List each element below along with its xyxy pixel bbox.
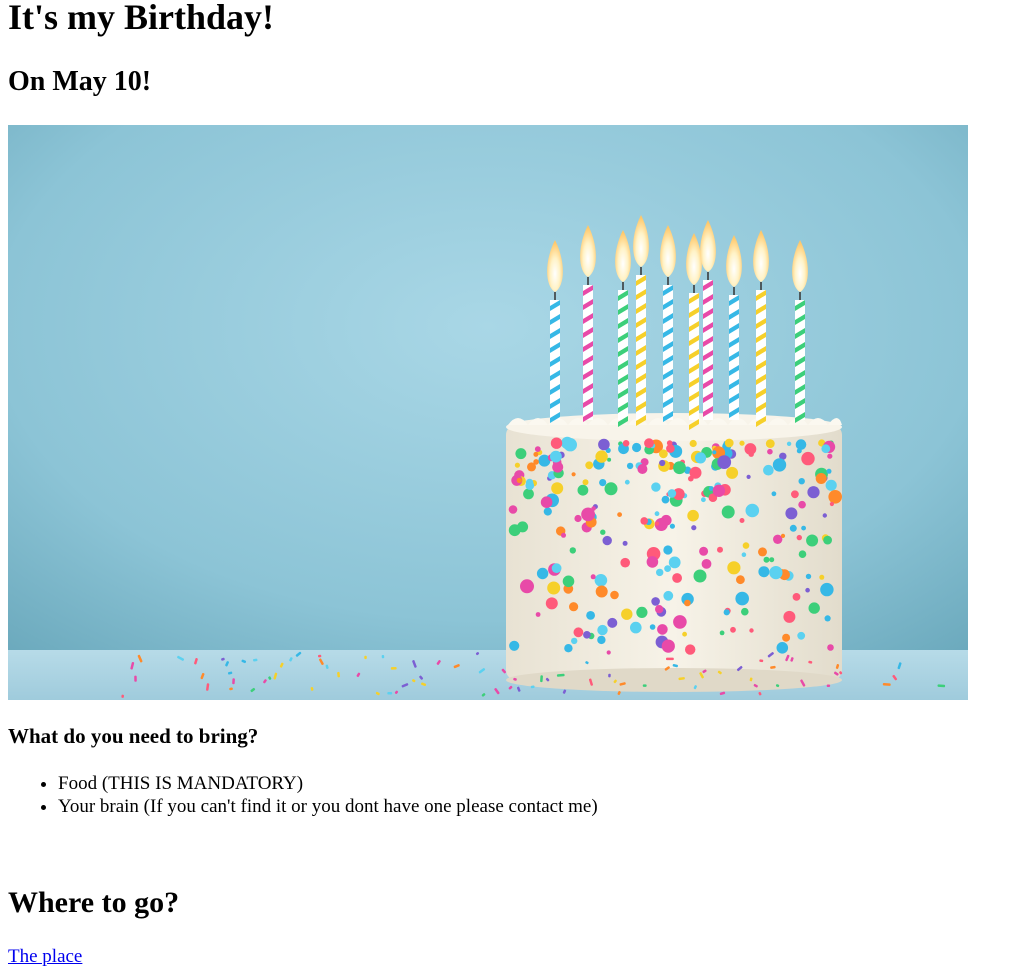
- birthday-cake-image: [8, 125, 968, 700]
- date-heading: On May 10!: [8, 66, 152, 97]
- list-item: Food (THIS IS MANDATORY): [58, 772, 598, 795]
- bring-heading: What do you need to bring?: [8, 724, 259, 748]
- place-link[interactable]: The place: [8, 946, 82, 968]
- location-heading: Where to go?: [8, 886, 180, 919]
- bring-list: Food (THIS IS MANDATORY) Your brain (If …: [8, 772, 598, 818]
- list-item: Your brain (If you can't find it or you …: [58, 795, 598, 818]
- page-title: It's my Birthday!: [8, 0, 275, 37]
